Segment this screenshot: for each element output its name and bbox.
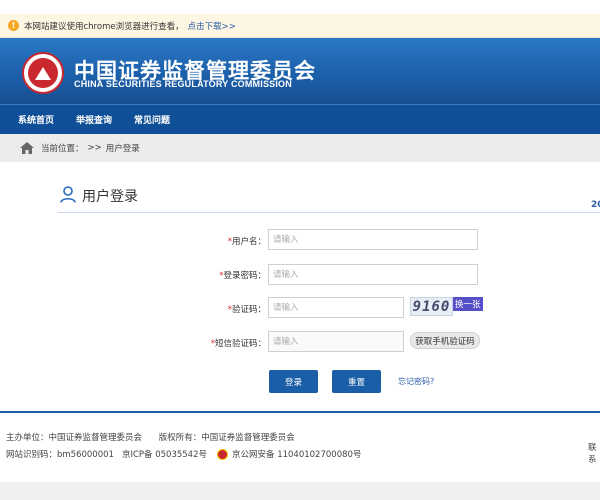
sms-code-input[interactable] [268,331,404,352]
login-panel-header: 用户登录 [60,186,138,206]
breadcrumb-label: 当前位置： [41,144,84,154]
get-sms-code-button[interactable]: 获取手机验证码 [410,332,480,349]
username-input[interactable] [268,229,478,250]
bottom-strip [0,482,600,500]
nav-item-home[interactable]: 系统首页 [18,113,54,126]
forgot-password-link[interactable]: 忘记密码? [398,376,434,387]
browser-notice-bar: ! 本网站建议使用chrome浏览器进行查看， 点击下载>> [0,14,600,38]
download-chrome-link[interactable]: 点击下载>> [188,20,236,32]
icp-link[interactable]: 京ICP备 05035542号 [122,448,207,460]
home-icon[interactable] [20,142,34,154]
notice-text: 本网站建议使用chrome浏览器进行查看， [24,21,184,32]
site-header: 中国证券监督管理委员会 CHINA SECURITIES REGULATORY … [0,38,600,104]
footer-host-line: 主办单位：中国证券监督管理委员会 版权所有：中国证券监督管理委员会 [6,433,295,443]
footer-contact[interactable]: 联系 [588,441,600,465]
password-label: *登录密码： [219,271,266,281]
footer-registration-line: 网站识别码：bm56000001 京ICP备 05035542号 京公网安备 1… [6,448,361,460]
breadcrumb-current: 用户登录 [105,144,140,154]
captcha-image[interactable]: 9160 [410,297,453,316]
login-button[interactable]: 登录 [269,370,318,393]
captcha-refresh-link[interactable]: 换一张 [453,297,483,311]
reset-button[interactable]: 重置 [332,370,381,393]
site-footer: 主办单位：中国证券监督管理委员会 版权所有：中国证券监督管理委员会 网站识别码：… [0,413,600,473]
page-title: 用户登录 [82,189,138,205]
police-record-link[interactable]: 京公网安备 11040102700080号 [232,448,361,460]
site-title-en: CHINA SECURITIES REGULATORY COMMISSION [74,79,292,89]
captcha-label: *验证码： [227,305,266,315]
police-badge-icon [217,448,228,460]
breadcrumb-separator: >> [87,143,102,153]
breadcrumb: 当前位置： >> 用户登录 [0,134,600,162]
sms-code-label: *短信验证码： [210,339,266,349]
nav-item-report-query[interactable]: 举报查询 [76,113,112,126]
main-nav: 系统首页 举报查询 常见问题 [0,104,600,134]
password-input[interactable] [268,264,478,285]
nav-item-faq[interactable]: 常见问题 [134,113,170,126]
site-code: 网站识别码：bm56000001 [6,450,114,460]
csrc-logo [22,52,64,94]
username-label: *用户名： [227,237,266,247]
cropped-edge-text: 20 [591,200,600,210]
panel-divider [58,212,600,213]
captcha-input[interactable] [268,297,404,318]
warning-icon: ! [8,20,19,31]
user-icon [60,186,76,206]
